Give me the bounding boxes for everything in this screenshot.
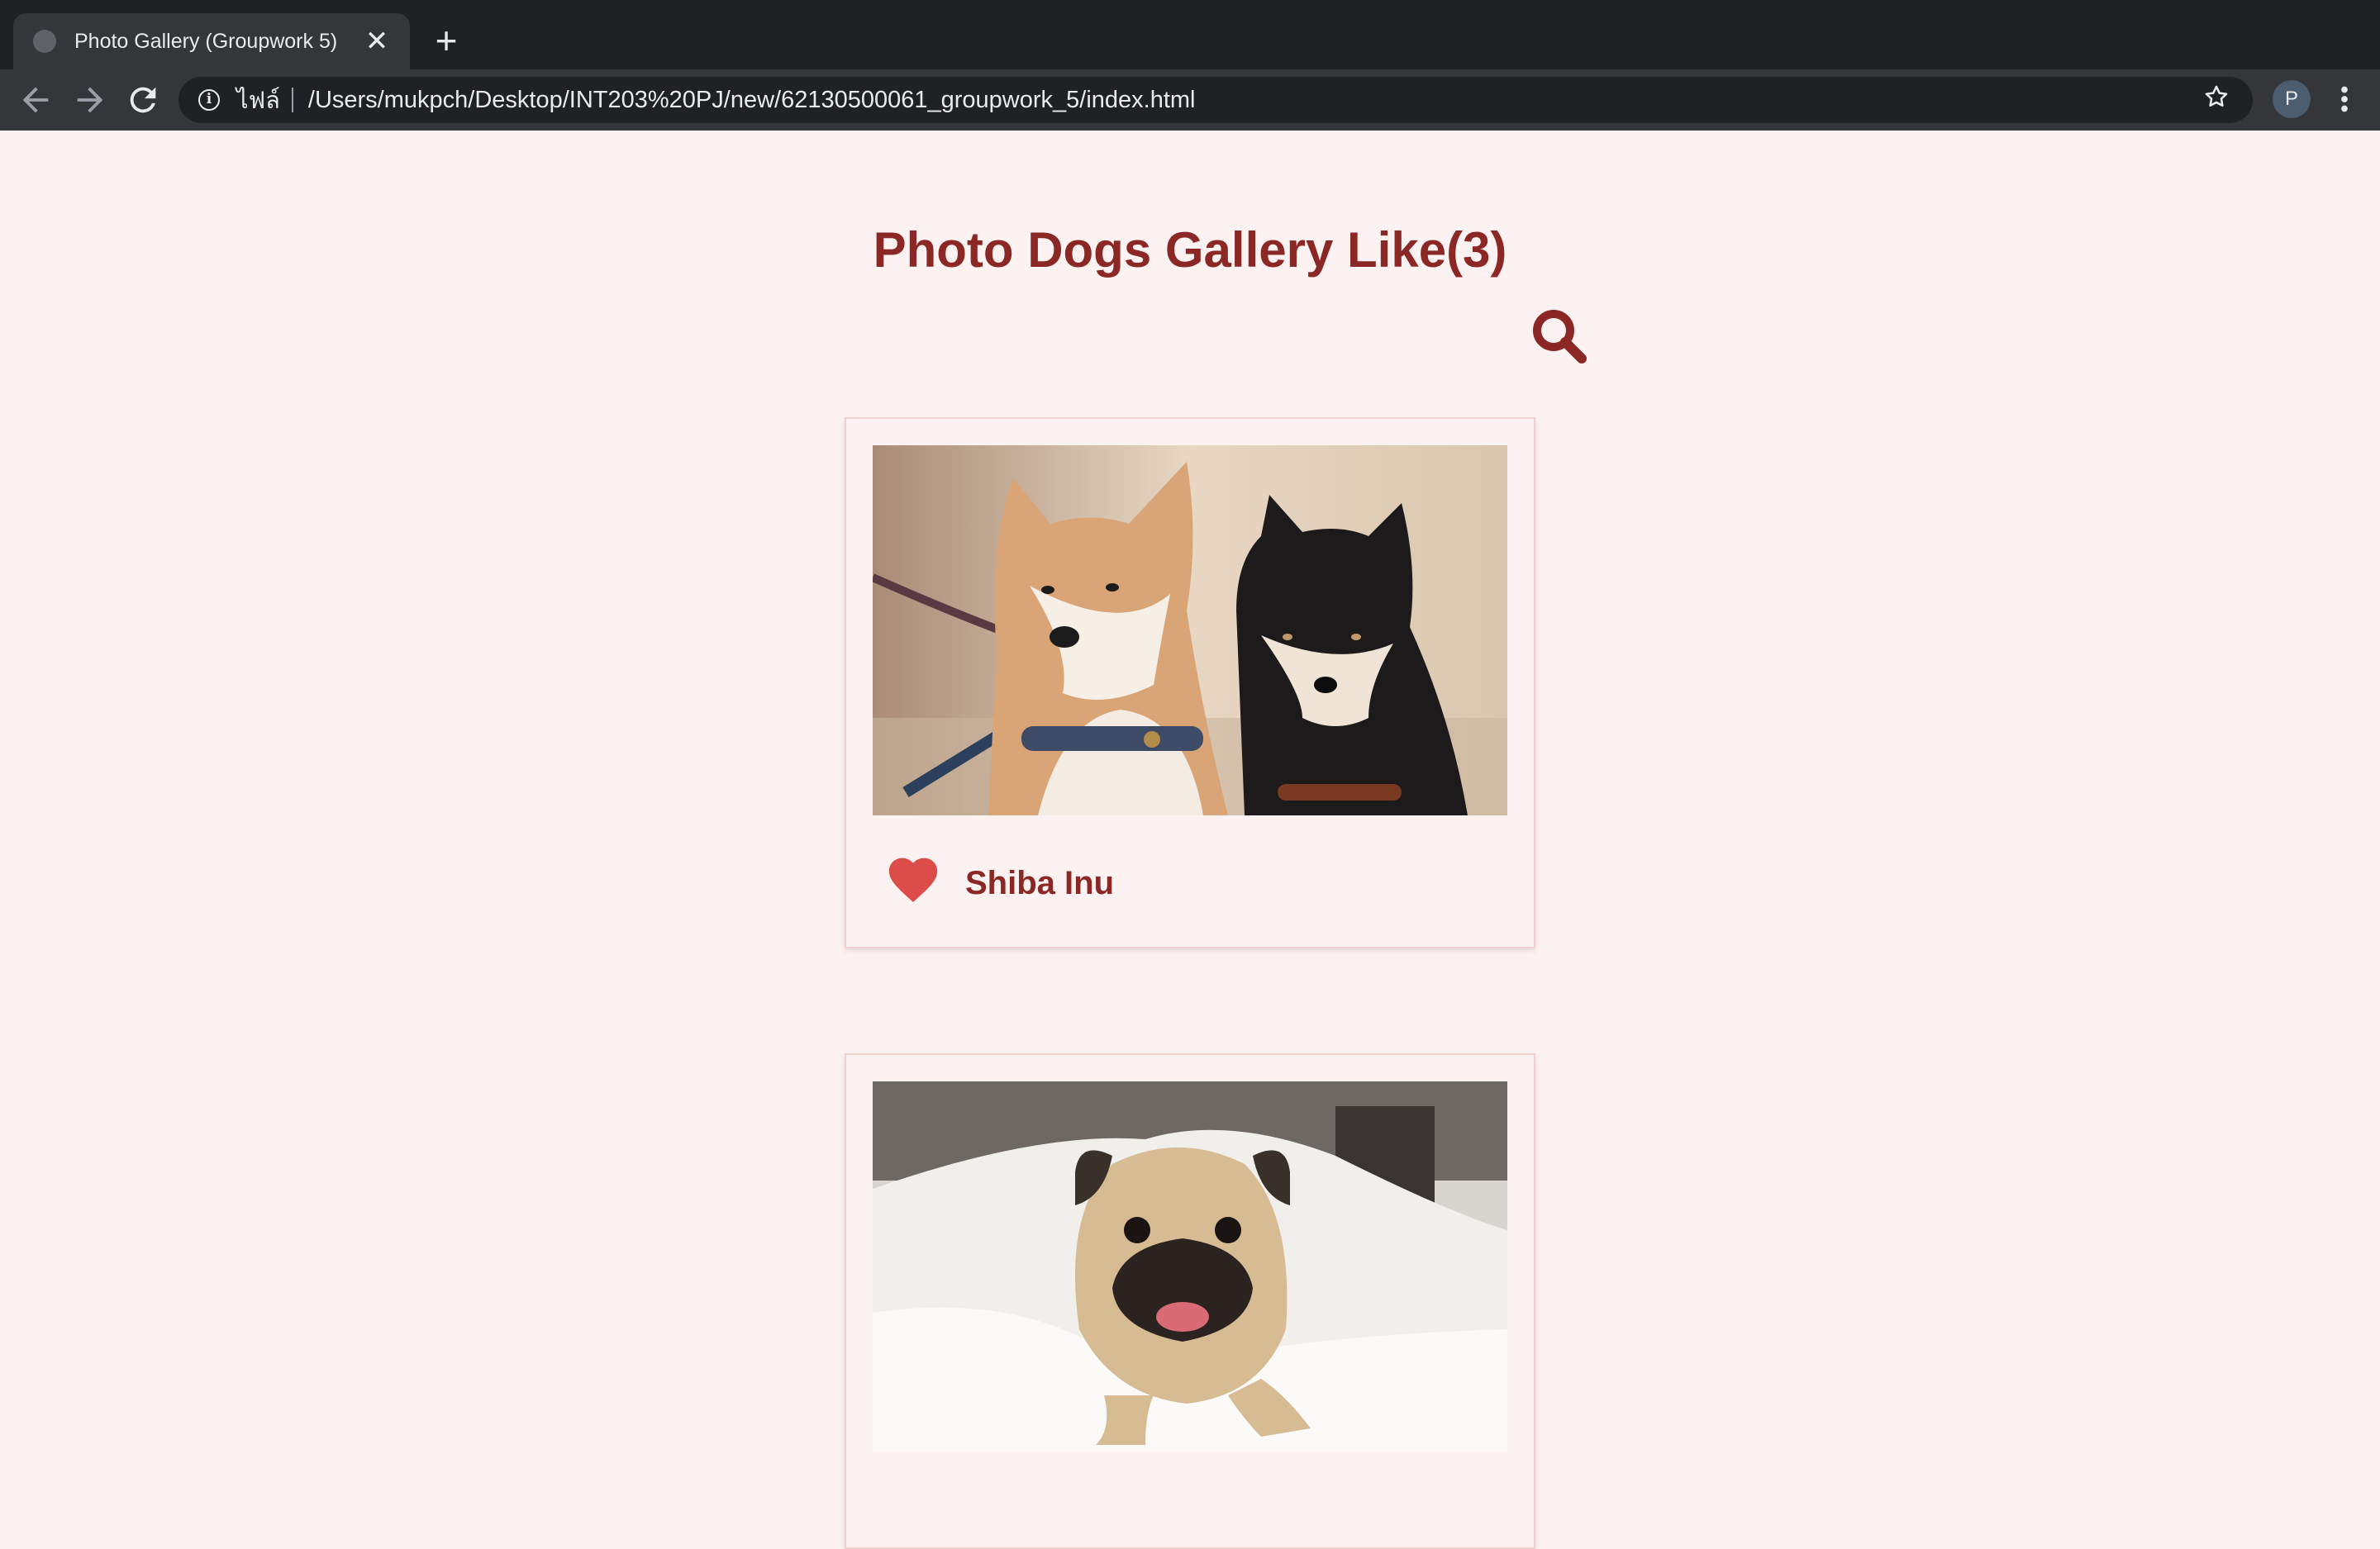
- new-tab-button[interactable]: +: [430, 20, 463, 61]
- browser-tab[interactable]: Photo Gallery (Groupwork 5) ✕: [13, 13, 410, 69]
- dog-name: Shiba Inu: [965, 865, 1114, 901]
- dog-photo-shiba: [873, 445, 1507, 815]
- close-tab-icon[interactable]: ✕: [364, 27, 390, 55]
- browser-tabstrip: Photo Gallery (Groupwork 5) ✕ +: [0, 0, 2380, 69]
- page-title: Photo Dogs Gallery Like(3): [873, 222, 1507, 278]
- address-divider: [291, 88, 293, 112]
- back-arrow-icon[interactable]: [17, 81, 55, 119]
- reload-icon[interactable]: [124, 81, 162, 119]
- forward-arrow-icon[interactable]: [71, 81, 109, 119]
- browser-toolbar: i ไฟล์ /Users/mukpch/Desktop/INT203%20PJ…: [0, 69, 2380, 131]
- site-info-icon[interactable]: i: [198, 89, 220, 111]
- search-icon: [1533, 310, 1587, 363]
- globe-icon: [33, 30, 56, 53]
- dog-photo-pug: [873, 1081, 1507, 1452]
- scheme-label: ไฟล์: [236, 88, 280, 114]
- heart-icon[interactable]: [884, 850, 942, 905]
- tab-title: Photo Gallery (Groupwork 5): [74, 29, 338, 53]
- profile-avatar[interactable]: P: [2273, 80, 2311, 118]
- url-text[interactable]: /Users/mukpch/Desktop/INT203%20PJ/new/62…: [308, 87, 2200, 114]
- gallery-card: [845, 1053, 1535, 1549]
- search-button[interactable]: [1529, 306, 1590, 367]
- address-bar[interactable]: i ไฟล์ /Users/mukpch/Desktop/INT203%20PJ…: [178, 77, 2253, 123]
- bookmark-star-icon[interactable]: [2200, 83, 2233, 118]
- gallery-card: Shiba Inu: [845, 417, 1535, 948]
- browser-menu-icon[interactable]: [2330, 80, 2359, 118]
